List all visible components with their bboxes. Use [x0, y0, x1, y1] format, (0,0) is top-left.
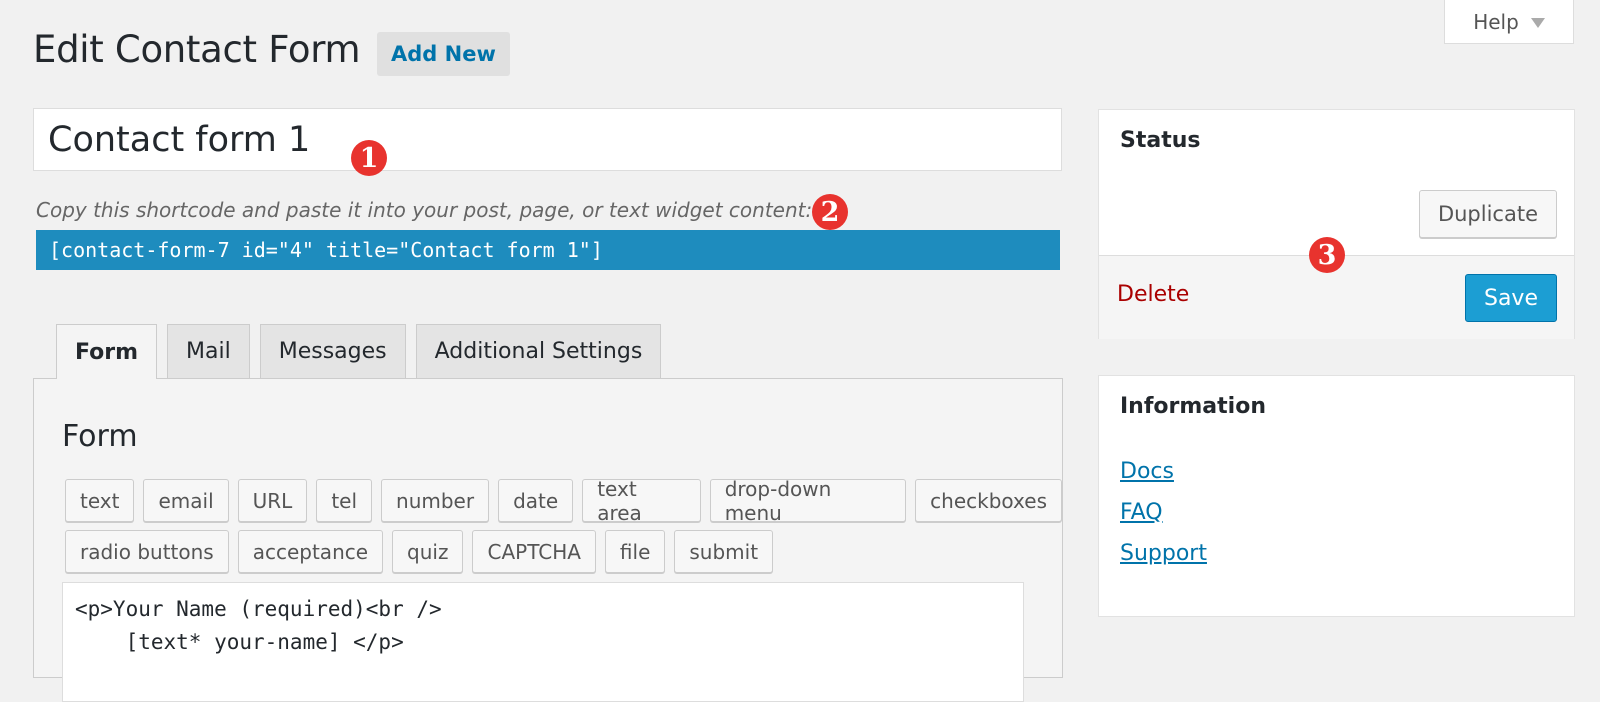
save-button[interactable]: Save [1464, 274, 1557, 322]
editor-tabs: Form Mail Messages Additional Settings [56, 324, 662, 379]
tag-button-date[interactable]: date [498, 479, 574, 522]
tag-button-number[interactable]: number [381, 479, 490, 522]
help-tab-button[interactable]: Help [1444, 0, 1574, 44]
tag-button-submit[interactable]: submit [674, 530, 774, 573]
status-box-title: Status [1120, 128, 1201, 153]
tag-button-file[interactable]: file [604, 530, 666, 573]
form-panel-heading: Form [62, 419, 138, 454]
tag-button-drop-down-menu[interactable]: drop-down menu [709, 477, 907, 525]
information-links: Docs FAQ Support [1120, 458, 1207, 567]
tag-button-radio-buttons[interactable]: radio buttons [65, 530, 229, 573]
faq-link[interactable]: FAQ [1120, 499, 1207, 526]
tag-button-quiz[interactable]: quiz [392, 530, 464, 573]
tag-generator-row-1: text email URL tel number date text area… [65, 477, 1062, 525]
shortcode-field[interactable]: [contact-form-7 id="4" title="Contact fo… [36, 230, 1060, 270]
docs-link[interactable]: Docs [1120, 458, 1207, 485]
information-box: Information Docs FAQ Support [1098, 375, 1575, 617]
annotation-badge-2: 2 [812, 194, 848, 230]
tab-additional-settings[interactable]: Additional Settings [415, 324, 662, 378]
tag-button-captcha[interactable]: CAPTCHA [472, 530, 596, 573]
shortcode-instructions: Copy this shortcode and paste it into yo… [36, 198, 813, 222]
delete-link[interactable]: Delete [1117, 282, 1189, 307]
tab-mail[interactable]: Mail [167, 324, 250, 378]
tag-button-tel[interactable]: tel [316, 479, 373, 522]
annotation-badge-3: 3 [1309, 237, 1345, 273]
form-template-editor[interactable]: <p>Your Name (required)<br /> [text* you… [62, 582, 1024, 702]
tag-generator-row-2: radio buttons acceptance quiz CAPTCHA fi… [65, 530, 774, 573]
tag-button-url[interactable]: URL [237, 479, 308, 522]
form-tab-panel: Form text email URL tel number date text… [33, 378, 1063, 702]
triangle-down-icon [1530, 17, 1545, 28]
tag-button-text-area[interactable]: text area [582, 477, 701, 525]
tag-button-acceptance[interactable]: acceptance [237, 530, 384, 573]
tab-messages[interactable]: Messages [259, 324, 406, 378]
tag-button-text[interactable]: text [65, 479, 135, 522]
information-box-title: Information [1120, 394, 1266, 419]
page-title: Edit Contact Form [33, 28, 361, 71]
annotation-badge-1: 1 [351, 140, 387, 176]
support-link[interactable]: Support [1120, 540, 1207, 567]
tag-button-checkboxes[interactable]: checkboxes [915, 479, 1062, 522]
duplicate-button[interactable]: Duplicate [1418, 190, 1557, 238]
status-box: Status Duplicate Delete Save [1098, 109, 1575, 339]
tab-form[interactable]: Form [56, 324, 158, 379]
add-new-button[interactable]: Add New [377, 32, 510, 76]
tag-button-email[interactable]: email [143, 479, 229, 522]
form-title-input[interactable] [33, 108, 1062, 171]
help-label: Help [1473, 9, 1519, 34]
